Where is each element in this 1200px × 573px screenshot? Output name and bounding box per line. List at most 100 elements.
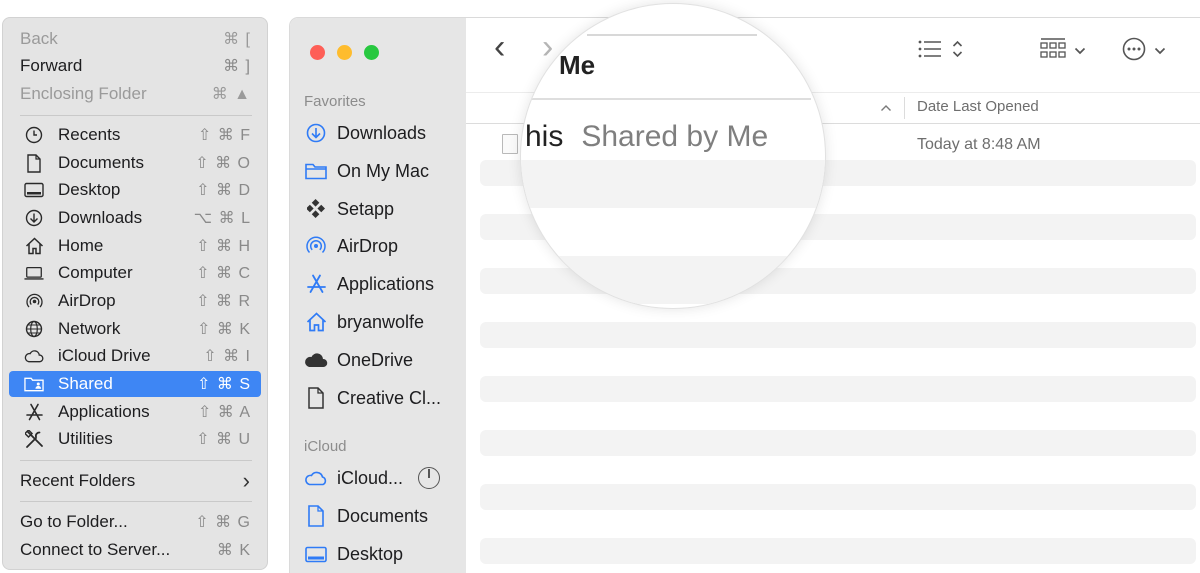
finder-sidebar: Favorites Downloads On My Mac Setapp Air… bbox=[290, 18, 466, 573]
menu-item-label: Recent Folders bbox=[20, 471, 136, 490]
menu-item-label: Desktop bbox=[58, 180, 121, 199]
folder-icon bbox=[304, 160, 328, 182]
shortcut: ⇧ ⌘ A bbox=[197, 404, 251, 421]
menu-item-enclosing-folder: Enclosing Folder ⌘ ▲ bbox=[9, 81, 261, 107]
menu-item-network[interactable]: Network ⇧ ⌘ K bbox=[9, 316, 261, 342]
menu-item-label: Go to Folder... bbox=[20, 512, 128, 531]
cloud-icon bbox=[304, 467, 328, 489]
magnified-shared-by: Shared by Me bbox=[581, 120, 769, 153]
ellipsis-circle-icon bbox=[1122, 37, 1146, 66]
sidebar-item-icloud-documents[interactable]: Documents bbox=[304, 502, 462, 530]
empty-row bbox=[480, 430, 1196, 456]
menu-item-applications[interactable]: Applications ⇧ ⌘ A bbox=[9, 399, 261, 425]
view-options-button[interactable] bbox=[918, 36, 963, 66]
column-header-date-last-opened[interactable]: Date Last Opened bbox=[917, 98, 1039, 115]
zoom-window-button[interactable] bbox=[364, 45, 379, 60]
applications-icon bbox=[304, 273, 328, 295]
menu-item-utilities[interactable]: Utilities ⇧ ⌘ U bbox=[9, 426, 261, 452]
shared-folder-icon bbox=[24, 374, 44, 394]
action-button[interactable] bbox=[1122, 36, 1166, 66]
close-window-button[interactable] bbox=[310, 45, 325, 60]
menu-item-airdrop[interactable]: AirDrop ⇧ ⌘ R bbox=[9, 288, 261, 314]
cloud-icon bbox=[24, 346, 44, 366]
document-icon bbox=[24, 153, 44, 173]
magnified-window-title: Me bbox=[559, 50, 596, 80]
sidebar-item-airdrop[interactable]: AirDrop bbox=[304, 232, 462, 260]
menu-item-recent-folders[interactable]: Recent Folders › bbox=[9, 468, 261, 494]
sidebar-item-icloud-desktop[interactable]: Desktop bbox=[304, 540, 462, 568]
menu-item-downloads[interactable]: Downloads ⌥ ⌘ L bbox=[9, 205, 261, 231]
divider bbox=[521, 98, 811, 100]
menu-item-label: Downloads bbox=[58, 208, 143, 227]
menu-item-label: Enclosing Folder bbox=[20, 84, 147, 103]
file-icon bbox=[502, 134, 518, 154]
menu-item-go-to-folder[interactable]: Go to Folder... ⇧ ⌘ G bbox=[9, 509, 261, 535]
airdrop-icon bbox=[304, 235, 328, 257]
menu-item-label: Back bbox=[20, 29, 58, 48]
minimize-window-button[interactable] bbox=[337, 45, 352, 60]
magnifier-callout: Me his Shared by Me bbox=[521, 4, 825, 308]
clock-icon bbox=[24, 125, 44, 145]
shortcut: ⇧ ⌘ S bbox=[197, 376, 251, 393]
home-icon bbox=[24, 236, 44, 256]
menu-item-shared[interactable]: Shared ⇧ ⌘ S bbox=[9, 371, 261, 397]
sort-ascending-icon[interactable] bbox=[880, 99, 892, 115]
menu-item-forward[interactable]: Forward ⌘ ] bbox=[9, 53, 261, 79]
tools-icon bbox=[24, 429, 44, 449]
home-icon bbox=[304, 311, 328, 333]
sidebar-item-setapp[interactable]: Setapp bbox=[304, 195, 462, 223]
globe-icon bbox=[24, 319, 44, 339]
magnified-file-name: his bbox=[525, 120, 564, 153]
shortcut: ⇧ ⌘ F bbox=[197, 127, 251, 144]
menu-item-label: Shared bbox=[58, 374, 113, 393]
menu-separator bbox=[20, 115, 252, 116]
menu-item-icloud-drive[interactable]: iCloud Drive ⇧ ⌘ I bbox=[9, 343, 261, 369]
sidebar-item-label: Desktop bbox=[337, 543, 404, 564]
shortcut: ⌘ K bbox=[216, 542, 251, 559]
download-icon bbox=[24, 208, 44, 228]
menu-item-home[interactable]: Home ⇧ ⌘ H bbox=[9, 233, 261, 259]
download-icon bbox=[304, 122, 328, 144]
back-button[interactable]: ‹ bbox=[494, 28, 505, 66]
chevron-down-icon bbox=[1154, 42, 1166, 60]
menu-item-computer[interactable]: Computer ⇧ ⌘ C bbox=[9, 260, 261, 286]
sidebar-section-favorites: Favorites bbox=[304, 93, 366, 110]
menu-item-label: Recents bbox=[58, 125, 121, 144]
group-button[interactable] bbox=[1040, 36, 1086, 66]
shortcut: ⇧ ⌘ C bbox=[196, 265, 251, 282]
empty-row bbox=[480, 538, 1196, 564]
shortcut: ⇧ ⌘ R bbox=[196, 293, 251, 310]
chevron-down-icon bbox=[1074, 42, 1086, 60]
sidebar-item-label: iCloud... bbox=[337, 467, 404, 488]
sidebar-item-label: On My Mac bbox=[337, 160, 430, 181]
menu-item-connect-to-server[interactable]: Connect to Server... ⌘ K bbox=[9, 537, 261, 563]
menu-item-recents[interactable]: Recents ⇧ ⌘ F bbox=[9, 122, 261, 148]
applications-icon bbox=[24, 402, 44, 422]
sidebar-item-applications[interactable]: Applications bbox=[304, 270, 462, 298]
menu-item-documents[interactable]: Documents ⇧ ⌘ O bbox=[9, 150, 261, 176]
laptop-icon bbox=[24, 263, 44, 283]
sidebar-item-label: Applications bbox=[337, 273, 435, 294]
sidebar-item-creative-cloud[interactable]: Creative Cl... bbox=[304, 384, 462, 412]
sidebar-item-label: Downloads bbox=[337, 122, 427, 143]
forward-button[interactable]: › bbox=[542, 28, 553, 66]
shortcut: ⇧ ⌘ K bbox=[197, 321, 251, 338]
menu-item-label: Connect to Server... bbox=[20, 540, 171, 559]
sidebar-item-label: Creative Cl... bbox=[337, 387, 442, 408]
menu-item-label: Home bbox=[58, 236, 104, 255]
sidebar-item-onedrive[interactable]: OneDrive bbox=[304, 346, 462, 374]
menu-item-label: Network bbox=[58, 319, 121, 338]
desktop-icon bbox=[24, 180, 44, 200]
shortcut: ⌘ ▲ bbox=[211, 86, 251, 103]
magnified-row-stripe bbox=[521, 256, 825, 304]
date-last-opened-value: Today at 8:48 AM bbox=[917, 136, 1041, 153]
column-divider[interactable] bbox=[904, 97, 905, 119]
chevron-right-icon: › bbox=[542, 27, 554, 66]
shortcut: ⇧ ⌘ H bbox=[196, 238, 251, 255]
sidebar-item-on-my-mac[interactable]: On My Mac bbox=[304, 157, 462, 185]
sidebar-item-downloads[interactable]: Downloads bbox=[304, 119, 462, 147]
shortcut: ⇧ ⌘ U bbox=[196, 431, 251, 448]
sidebar-item-bryanwolfe[interactable]: bryanwolfe bbox=[304, 308, 462, 336]
menu-item-desktop[interactable]: Desktop ⇧ ⌘ D bbox=[9, 177, 261, 203]
grid-icon bbox=[1040, 37, 1066, 65]
